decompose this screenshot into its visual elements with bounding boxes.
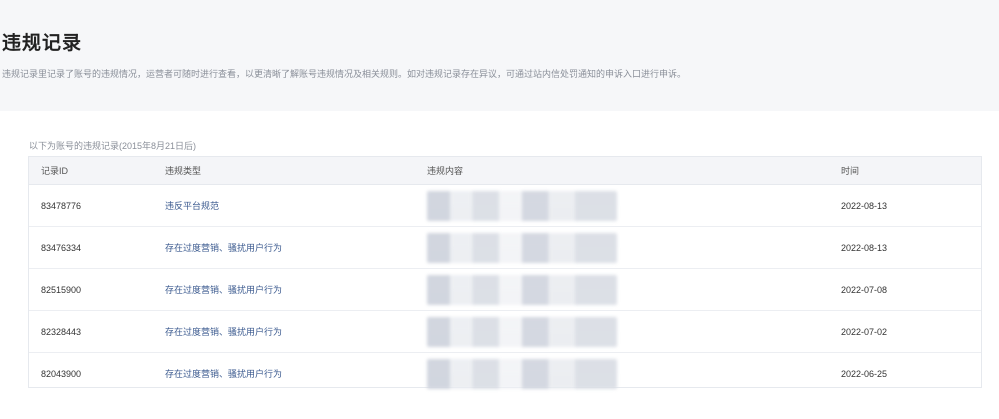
record-time: 2022-07-02 <box>841 326 888 337</box>
violation-type-link[interactable]: 违反平台规范 <box>165 199 219 212</box>
record-time: 2022-08-13 <box>841 200 888 211</box>
record-time: 2022-08-13 <box>841 242 888 253</box>
violation-content-blurred <box>427 274 617 305</box>
violation-type-link[interactable]: 存在过度营销、骚扰用户行为 <box>165 325 282 338</box>
table-row: 83478776 违反平台规范 2022-08-13 <box>29 185 981 227</box>
violation-records-table: 记录ID 违规类型 违规内容 时间 83478776 违反平台规范 2022-0… <box>28 156 982 389</box>
violation-type-link[interactable]: 存在过度营销、骚扰用户行为 <box>165 283 282 296</box>
violation-type-link[interactable]: 存在过度营销、骚扰用户行为 <box>165 367 282 380</box>
violation-content-blurred <box>427 316 617 347</box>
page-title: 违规记录 <box>2 33 83 54</box>
violation-content-blurred <box>427 358 617 389</box>
table-caption: 以下为账号的违规记录(2015年8月21日后) <box>29 141 197 151</box>
table-row: 82328443 存在过度营销、骚扰用户行为 2022-07-02 <box>29 311 981 353</box>
column-header-violation-content: 违规内容 <box>427 166 464 176</box>
record-time: 2022-07-08 <box>841 284 888 295</box>
table-row: 82515900 存在过度营销、骚扰用户行为 2022-07-08 <box>29 269 981 311</box>
column-header-violation-type: 违规类型 <box>165 166 202 176</box>
column-header-time: 时间 <box>841 166 860 176</box>
record-id: 83478776 <box>41 200 82 211</box>
table-header-row: 记录ID 违规类型 违规内容 时间 <box>29 157 981 185</box>
column-header-record-id: 记录ID <box>41 166 69 176</box>
record-time: 2022-06-25 <box>841 368 888 379</box>
violation-content-blurred <box>427 232 617 263</box>
record-id: 82043900 <box>41 368 82 379</box>
record-id: 82328443 <box>41 326 82 337</box>
violation-content-blurred <box>427 190 617 221</box>
table-row: 83476334 存在过度营销、骚扰用户行为 2022-08-13 <box>29 227 981 269</box>
violation-type-link[interactable]: 存在过度营销、骚扰用户行为 <box>165 241 282 254</box>
record-id: 83476334 <box>41 242 82 253</box>
record-id: 82515900 <box>41 284 82 295</box>
page-description: 违规记录里记录了账号的违规情况，运营者可随时进行查看，以更清晰了解账号违规情况及… <box>2 69 687 79</box>
page-header: 违规记录 违规记录里记录了账号的违规情况，运营者可随时进行查看，以更清晰了解账号… <box>0 0 999 111</box>
table-row: 82043900 存在过度营销、骚扰用户行为 2022-06-25 <box>29 353 981 394</box>
